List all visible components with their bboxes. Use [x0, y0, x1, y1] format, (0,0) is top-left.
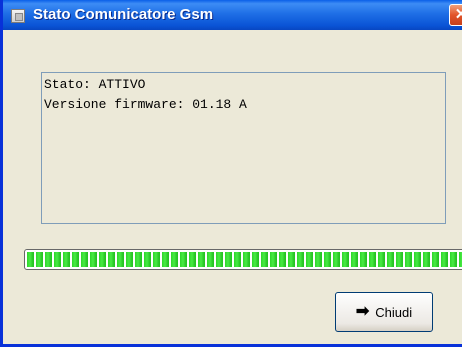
- status-line-firmware: Versione firmware: 01.18 A: [44, 97, 247, 112]
- close-window-button[interactable]: ✕: [449, 4, 462, 26]
- window-title: Stato Comunicatore Gsm: [33, 6, 214, 23]
- progress-fill: [27, 252, 462, 267]
- status-dialog: Stato Comunicatore Gsm ✕ Stato: ATTIVO V…: [0, 0, 462, 347]
- app-icon: [11, 9, 25, 23]
- status-panel: Stato: ATTIVO Versione firmware: 01.18 A: [41, 72, 446, 224]
- title-bar[interactable]: Stato Comunicatore Gsm ✕: [3, 0, 462, 30]
- arrow-right-icon: ➡: [355, 303, 370, 320]
- close-button[interactable]: ➡ Chiudi: [335, 292, 433, 332]
- status-line-state: Stato: ATTIVO: [44, 77, 146, 92]
- close-button-label: Chiudi: [375, 304, 413, 320]
- progress-bar: [24, 249, 462, 270]
